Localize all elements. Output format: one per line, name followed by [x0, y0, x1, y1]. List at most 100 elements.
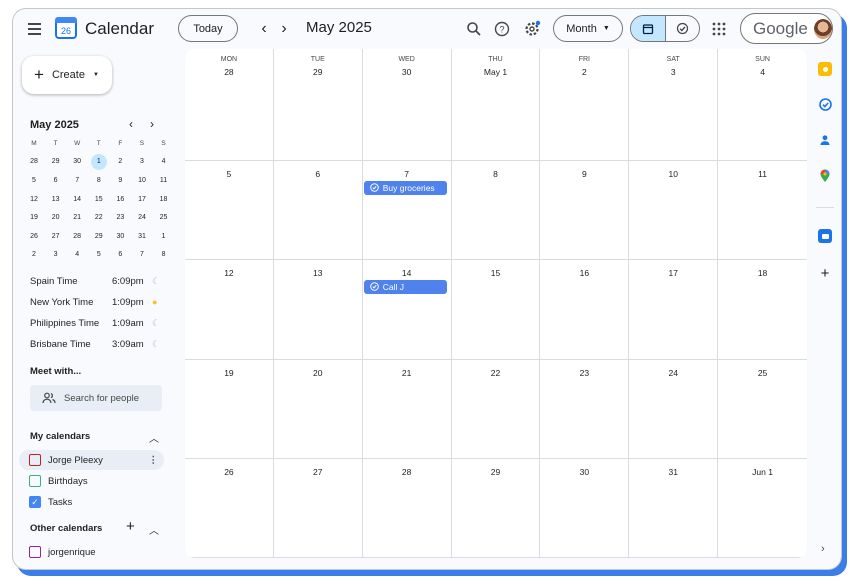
tasks-button[interactable]	[818, 97, 832, 111]
view-selector[interactable]: Month ▼	[553, 15, 623, 42]
mini-day[interactable]: 19	[24, 208, 44, 227]
zoom-button[interactable]	[818, 229, 832, 243]
search-people-input[interactable]: Search for people	[30, 385, 162, 411]
day-cell[interactable]: FRI 2	[540, 49, 630, 161]
calendar-checkbox[interactable]	[29, 475, 41, 487]
day-number[interactable]: 16	[540, 268, 628, 278]
day-cell[interactable]: THU May 1	[451, 49, 541, 161]
mini-day[interactable]: 6	[110, 246, 130, 265]
calendar-item[interactable]: Jorge Pleexy ⋮	[19, 450, 164, 470]
calendar-checkbox[interactable]	[29, 546, 41, 558]
mini-day[interactable]: 29	[46, 153, 66, 172]
day-cell[interactable]: 31	[629, 458, 719, 558]
day-number[interactable]: 28	[185, 67, 273, 77]
day-number[interactable]: 29	[274, 67, 362, 77]
mini-day[interactable]: 11	[154, 171, 174, 190]
calendar-view-toggle[interactable]	[631, 16, 666, 41]
day-cell[interactable]: WED 30	[362, 49, 452, 161]
mini-day[interactable]: 18	[154, 190, 174, 209]
mini-day[interactable]: 1	[154, 227, 174, 246]
mini-day[interactable]: 13	[46, 190, 66, 209]
mini-prev-month-button[interactable]: ‹	[129, 117, 133, 131]
mini-day[interactable]: 5	[89, 246, 109, 265]
calendar-checkbox[interactable]	[29, 454, 41, 466]
day-cell[interactable]: TUE 29	[273, 49, 363, 161]
day-cell[interactable]: 28	[362, 458, 452, 558]
search-button[interactable]	[465, 20, 483, 38]
mini-day[interactable]: 4	[67, 246, 87, 265]
day-number[interactable]: 3	[629, 67, 717, 77]
day-number[interactable]: 21	[363, 368, 451, 378]
day-number[interactable]: 26	[185, 467, 273, 477]
day-cell[interactable]: 29	[451, 458, 541, 558]
mini-day[interactable]: 17	[132, 190, 152, 209]
day-cell[interactable]: 9	[540, 161, 630, 261]
mini-day[interactable]: 1	[90, 153, 107, 170]
day-cell[interactable]: 8	[451, 161, 541, 261]
day-number[interactable]: May 1	[452, 67, 540, 77]
today-button[interactable]: Today	[178, 15, 238, 42]
day-number[interactable]: 11	[718, 169, 807, 179]
day-cell[interactable]: 17	[629, 260, 719, 360]
day-number[interactable]: 30	[363, 67, 451, 77]
mini-day[interactable]: 16	[110, 190, 130, 209]
help-button[interactable]: ?	[493, 20, 511, 38]
mini-day[interactable]: 27	[46, 227, 66, 246]
day-cell[interactable]: 14 Call J	[362, 260, 452, 360]
mini-day[interactable]: 9	[110, 171, 130, 190]
main-menu-button[interactable]	[25, 19, 47, 39]
day-cell[interactable]: 19	[185, 359, 274, 459]
day-cell[interactable]: SAT 3	[629, 49, 719, 161]
mini-next-month-button[interactable]: ›	[150, 117, 154, 131]
keep-button[interactable]	[818, 62, 832, 76]
day-number[interactable]: 13	[274, 268, 362, 278]
mini-day[interactable]: 28	[67, 227, 87, 246]
day-number[interactable]: 2	[540, 67, 628, 77]
mini-day[interactable]: 10	[132, 171, 152, 190]
settings-button[interactable]	[523, 20, 541, 38]
mini-day[interactable]: 31	[132, 227, 152, 246]
day-number[interactable]: 5	[185, 169, 273, 179]
day-number[interactable]: 6	[274, 169, 362, 179]
mini-day[interactable]: 6	[46, 171, 66, 190]
mini-day[interactable]: 2	[24, 246, 44, 265]
more-options-icon[interactable]: ⋮	[149, 455, 159, 466]
mini-day[interactable]: 7	[132, 246, 152, 265]
day-number[interactable]: 29	[452, 467, 540, 477]
calendar-item[interactable]: ✓ Tasks	[19, 492, 164, 512]
mini-day[interactable]: 14	[67, 190, 87, 209]
day-number[interactable]: 7	[363, 169, 451, 179]
mini-day[interactable]: 4	[154, 153, 174, 172]
day-cell[interactable]: 11	[718, 161, 807, 261]
event-chip[interactable]: Buy groceries	[363, 181, 447, 195]
day-cell[interactable]: 21	[362, 359, 452, 459]
collapse-my-calendars-button[interactable]: ︿	[149, 430, 159, 445]
contacts-button[interactable]	[818, 133, 832, 147]
calendar-item[interactable]: jorgenrique	[19, 542, 164, 562]
day-cell[interactable]: 22	[451, 359, 541, 459]
day-number[interactable]: 22	[452, 368, 540, 378]
day-number[interactable]: 28	[363, 467, 451, 477]
next-period-button[interactable]: ›	[275, 19, 293, 39]
mini-day[interactable]: 26	[24, 227, 44, 246]
google-apps-button[interactable]	[710, 20, 728, 38]
create-button[interactable]: + Create ▼	[22, 56, 112, 94]
mini-day[interactable]: 3	[132, 153, 152, 172]
mini-day[interactable]: 8	[89, 171, 109, 190]
day-cell[interactable]: 24	[629, 359, 719, 459]
calendar-item[interactable]: Birthdays	[19, 471, 164, 491]
day-cell[interactable]: 25	[718, 360, 807, 459]
day-number[interactable]: 18	[718, 268, 807, 278]
day-number[interactable]: 8	[452, 169, 540, 179]
day-number[interactable]: 12	[185, 268, 273, 278]
day-number[interactable]: 9	[540, 169, 628, 179]
mini-day[interactable]: 3	[46, 246, 66, 265]
day-cell[interactable]: 26	[185, 458, 274, 558]
get-addons-button[interactable]: +	[818, 265, 832, 282]
mini-day[interactable]: 21	[67, 208, 87, 227]
day-number[interactable]: 14	[363, 268, 451, 278]
day-cell[interactable]: 6	[273, 161, 363, 261]
mini-day[interactable]: 22	[89, 208, 109, 227]
mini-day[interactable]: 28	[24, 153, 44, 172]
event-chip[interactable]: Call J	[363, 280, 447, 295]
